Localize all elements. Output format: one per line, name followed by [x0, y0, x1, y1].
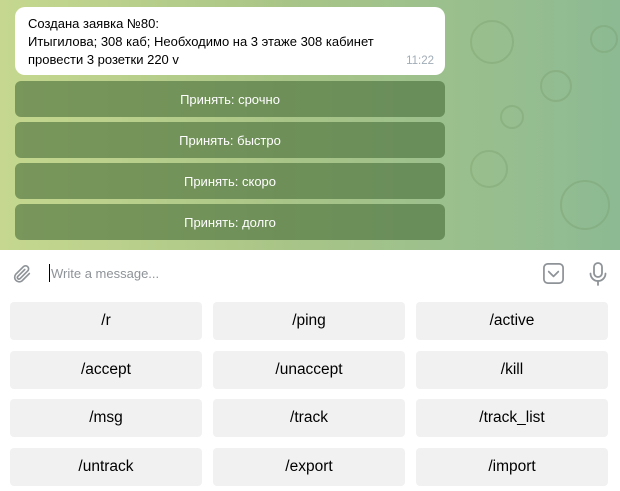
- background-doodle: [500, 105, 524, 129]
- bot-reply-keyboard: /r /ping /active /accept /unaccept /kill…: [0, 296, 620, 491]
- inline-button-long[interactable]: Принять: долго: [15, 204, 445, 240]
- key-export[interactable]: /export: [213, 448, 405, 486]
- key-track[interactable]: /track: [213, 399, 405, 437]
- key-untrack[interactable]: /untrack: [10, 448, 202, 486]
- message-line: Итыгилова; 308 каб; Необходимо на 3 этаж…: [28, 34, 374, 49]
- key-track-list[interactable]: /track_list: [416, 399, 608, 437]
- microphone-icon[interactable]: [588, 261, 608, 287]
- key-ping[interactable]: /ping: [213, 302, 405, 340]
- inline-button-fast[interactable]: Принять: быстро: [15, 122, 445, 158]
- message-line: Создана заявка №80:: [28, 16, 159, 31]
- background-doodle: [540, 70, 572, 102]
- inline-button-soon[interactable]: Принять: скоро: [15, 163, 445, 199]
- background-doodle: [590, 25, 618, 53]
- key-kill[interactable]: /kill: [416, 351, 608, 389]
- key-import[interactable]: /import: [416, 448, 608, 486]
- text-cursor: [49, 264, 50, 282]
- message-bubble: Создана заявка №80: Итыгилова; 308 каб; …: [15, 7, 445, 75]
- key-unaccept[interactable]: /unaccept: [213, 351, 405, 389]
- key-r[interactable]: /r: [10, 302, 202, 340]
- message-line: провести 3 розетки 220 v: [28, 52, 179, 67]
- key-msg[interactable]: /msg: [10, 399, 202, 437]
- chat-area: Создана заявка №80: Итыгилова; 308 каб; …: [0, 0, 620, 250]
- background-doodle: [470, 150, 508, 188]
- message-time: 11:22: [406, 55, 434, 67]
- message-input[interactable]: [51, 262, 521, 284]
- keyboard-toggle-icon[interactable]: [542, 262, 565, 285]
- paperclip-icon[interactable]: [11, 263, 33, 285]
- background-doodle: [560, 180, 610, 230]
- key-active[interactable]: /active: [416, 302, 608, 340]
- key-accept[interactable]: /accept: [10, 351, 202, 389]
- inline-button-urgent[interactable]: Принять: срочно: [15, 81, 445, 117]
- background-doodle: [470, 20, 514, 64]
